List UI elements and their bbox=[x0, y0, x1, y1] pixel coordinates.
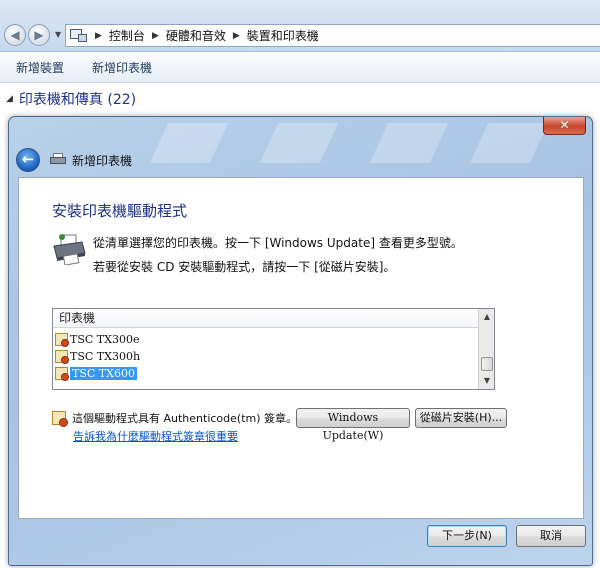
signature-info: 這個驅動程式具有 Authenticode(tm) 簽章。 bbox=[52, 408, 297, 428]
breadcrumb-hardware-sound[interactable]: 硬體和音效 bbox=[166, 27, 226, 44]
wizard-back-icon[interactable]: ← bbox=[16, 148, 40, 172]
glass-reflection bbox=[149, 123, 229, 163]
dialog-title: 新增印表機 bbox=[72, 153, 133, 168]
explorer-toolbar: ◀ ▶ ▼ ▶ 控制台 ▶ 硬體和音效 ▶ 裝置和印表機 bbox=[0, 0, 600, 52]
breadcrumb-separator-icon[interactable]: ▶ bbox=[233, 31, 240, 41]
group-header-label: 印表機和傳真 (22) bbox=[18, 92, 137, 108]
scroll-down-icon[interactable]: ▼ bbox=[479, 373, 494, 389]
dialog-title-row: ← 新增印表機 bbox=[16, 147, 132, 173]
instruction-text: 若要從安裝 CD 安裝驅動程式，請按一下 [從磁片安裝]。 bbox=[93, 260, 396, 274]
back-arrow-icon[interactable]: ◀ bbox=[4, 24, 26, 46]
glass-reflection bbox=[469, 123, 549, 163]
dialog-content: 安裝印表機驅動程式 從清單選擇您的印表機。按一下 [Windows Update… bbox=[18, 177, 584, 519]
printer-icon bbox=[50, 153, 66, 167]
list-item-label: TSC TX300e bbox=[70, 332, 140, 346]
page-title: 安裝印表機驅動程式 bbox=[52, 202, 188, 220]
scroll-up-icon[interactable]: ▲ bbox=[479, 309, 494, 325]
instruction-text: 從清單選擇您的印表機。按一下 [Windows Update] 查看更多型號。 bbox=[93, 236, 463, 250]
collapse-triangle-icon[interactable]: ◢ bbox=[6, 94, 13, 104]
address-bar[interactable]: ▶ 控制台 ▶ 硬體和音效 ▶ 裝置和印表機 bbox=[65, 24, 600, 47]
signature-text: 這個驅動程式具有 Authenticode(tm) 簽章。 bbox=[72, 412, 298, 425]
glass-reflection bbox=[259, 123, 339, 163]
next-button[interactable]: 下一步(N) bbox=[427, 525, 507, 547]
background-window-edge bbox=[592, 120, 600, 568]
signed-driver-icon bbox=[55, 366, 69, 381]
breadcrumb-control-panel[interactable]: 控制台 bbox=[109, 27, 145, 44]
list-item-selected[interactable]: TSC TX600 bbox=[55, 365, 137, 381]
add-printer-dialog: ✕ ← 新增印表機 安裝印表機驅動程式 從清單選擇您的印表機。按一下 [Wind… bbox=[8, 116, 593, 566]
signed-driver-icon bbox=[55, 349, 69, 364]
add-printer-button[interactable]: 新增印表機 bbox=[92, 59, 152, 76]
add-device-button[interactable]: 新增裝置 bbox=[16, 59, 64, 76]
printer-column-header[interactable]: 印表機 bbox=[53, 309, 478, 328]
devices-printers-icon bbox=[70, 28, 88, 43]
recent-pages-dropdown-icon[interactable]: ▼ bbox=[55, 30, 61, 39]
glass-reflection bbox=[369, 123, 449, 163]
command-bar: 新增裝置 新增印表機 bbox=[0, 52, 600, 83]
list-item-label: TSC TX600 bbox=[70, 366, 137, 380]
printers-group-header[interactable]: ◢ 印表機和傳真 (22) bbox=[0, 86, 600, 112]
breadcrumb-separator-icon[interactable]: ▶ bbox=[152, 31, 159, 41]
breadcrumb-devices-printers[interactable]: 裝置和印表機 bbox=[247, 27, 319, 44]
have-disk-button[interactable]: 從磁片安裝(H)... bbox=[415, 408, 507, 428]
list-item[interactable]: TSC TX300h bbox=[55, 348, 140, 364]
printer-install-icon bbox=[53, 234, 86, 265]
forward-arrow-icon[interactable]: ▶ bbox=[28, 24, 50, 46]
signed-driver-icon bbox=[55, 332, 69, 347]
list-scrollbar[interactable]: ▲ ▼ bbox=[478, 309, 494, 389]
list-item[interactable]: TSC TX300e bbox=[55, 331, 139, 347]
scrollbar-thumb[interactable] bbox=[481, 357, 493, 371]
cancel-button[interactable]: 取消 bbox=[516, 525, 586, 547]
certificate-icon bbox=[52, 411, 68, 427]
windows-update-button[interactable]: Windows Update(W) bbox=[296, 408, 410, 442]
dialog-footer: 下一步(N) 取消 bbox=[18, 519, 586, 561]
breadcrumb-separator-icon[interactable]: ▶ bbox=[95, 31, 102, 41]
signing-info-link[interactable]: 告訴我為什麼驅動程式簽章很重要 bbox=[73, 428, 238, 444]
list-item-label: TSC TX300h bbox=[70, 349, 141, 363]
close-button[interactable]: ✕ bbox=[543, 117, 586, 135]
close-icon: ✕ bbox=[559, 118, 570, 132]
printer-list[interactable]: 印表機 TSC TX300e TSC TX300h TSC TX600 ▲ ▼ bbox=[52, 308, 495, 390]
